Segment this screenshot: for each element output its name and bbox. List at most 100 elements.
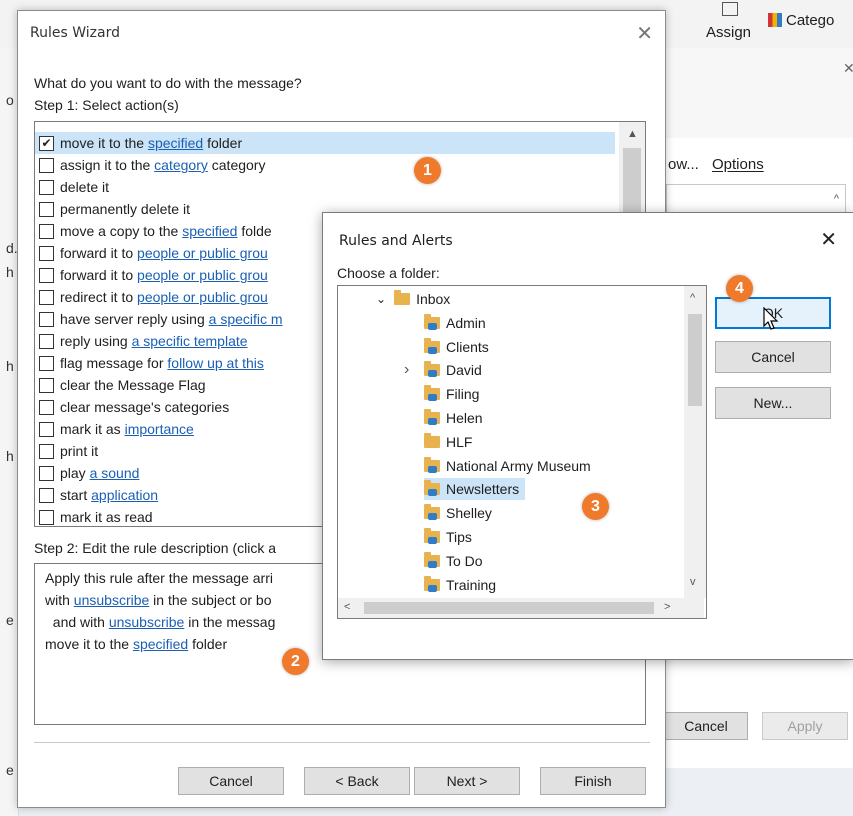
action-link[interactable]: specified (182, 223, 237, 239)
action-checkbox[interactable] (39, 289, 54, 305)
folder-item[interactable]: Tips (424, 526, 472, 548)
folder-item[interactable]: › David (404, 359, 482, 381)
description-text: in the subject or bo (149, 592, 272, 608)
action-text: mark it as (60, 421, 125, 437)
folder-tree[interactable]: ⌄ Inbox Admin Clients › David Filing Helen HLF… (337, 285, 707, 619)
folder-label: Clients (446, 338, 489, 355)
action-checkbox[interactable] (39, 157, 54, 173)
action-checkbox[interactable] (39, 443, 54, 459)
background-options-link[interactable]: Options (712, 156, 764, 173)
action-link[interactable]: application (91, 487, 158, 503)
action-link[interactable]: people or public grou (137, 289, 268, 305)
scroll-up-icon[interactable]: ^ (690, 292, 695, 304)
scroll-left-icon[interactable]: < (344, 601, 350, 613)
alerts-close-icon[interactable]: ✕ (820, 227, 837, 252)
action-checkbox[interactable] (39, 487, 54, 503)
callout-badge: 4 (726, 275, 753, 302)
wizard-finish-button[interactable]: Finish (540, 767, 646, 795)
background-apply-button[interactable]: Apply (762, 712, 848, 740)
folder-item[interactable]: Helen (424, 407, 483, 429)
step1-label: Step 1: Select action(s) (34, 97, 179, 113)
action-checkbox[interactable] (39, 311, 54, 327)
tree-horizontal-scrollbar[interactable]: < > (338, 598, 704, 618)
description-link[interactable]: unsubscribe (74, 592, 150, 608)
folder-label: Filing (446, 386, 480, 403)
folder-item[interactable]: Admin (424, 312, 486, 334)
action-text: assign it to the (60, 157, 155, 173)
action-checkbox[interactable] (39, 201, 54, 217)
scroll-thumb[interactable] (623, 148, 641, 216)
tree-scrollbar[interactable]: ^ v (684, 286, 706, 598)
action-checkbox[interactable] (39, 245, 54, 261)
action-item[interactable]: delete it (35, 176, 615, 198)
wizard-back-button[interactable]: < Back (304, 767, 410, 795)
action-text: move it to the (60, 135, 148, 151)
folder-item[interactable]: Filing (424, 383, 479, 405)
scroll-down-icon[interactable]: v (690, 576, 696, 588)
tree-row-inbox[interactable]: ⌄ Inbox (376, 288, 450, 310)
sync-icon (428, 560, 437, 568)
action-link[interactable]: people or public grou (137, 245, 268, 261)
folder-label: Shelley (446, 505, 492, 522)
action-text: category (207, 157, 266, 173)
description-link[interactable]: unsubscribe (109, 614, 185, 630)
folder-label: Inbox (416, 291, 451, 307)
action-link[interactable]: people or public grou (137, 267, 268, 283)
folder-label: David (446, 362, 482, 379)
folder-item[interactable]: National Army Museum (424, 455, 591, 477)
action-link[interactable]: importance (125, 421, 194, 437)
action-checkbox[interactable]: ✔ (39, 135, 54, 151)
action-checkbox[interactable] (39, 399, 54, 415)
alerts-cancel-button[interactable]: Cancel (715, 341, 831, 373)
chevron-right-icon[interactable]: › (404, 361, 409, 379)
chevron-down-icon[interactable]: ⌄ (376, 292, 386, 306)
action-link[interactable]: category (154, 157, 208, 173)
action-checkbox[interactable] (39, 509, 54, 525)
callout-badge: 2 (282, 648, 309, 675)
alerts-title: Rules and Alerts (339, 233, 453, 249)
action-checkbox[interactable] (39, 267, 54, 283)
scroll-thumb[interactable] (688, 314, 702, 406)
action-checkbox[interactable] (39, 333, 54, 349)
sync-icon (428, 584, 437, 592)
wizard-close-icon[interactable]: ✕ (636, 21, 653, 46)
assign-icon (722, 2, 738, 16)
folder-item[interactable]: Training (424, 574, 496, 596)
action-link[interactable]: specified (148, 135, 203, 151)
scroll-thumb[interactable] (364, 602, 654, 614)
action-link[interactable]: follow up at this (167, 355, 264, 371)
action-checkbox[interactable] (39, 421, 54, 437)
scroll-up-icon[interactable]: ^ (834, 193, 839, 205)
action-checkbox[interactable] (39, 465, 54, 481)
folder-item[interactable]: Clients (424, 336, 489, 358)
action-checkbox[interactable] (39, 355, 54, 371)
action-item[interactable]: assign it to the category category (35, 154, 615, 176)
description-text: in the messag (184, 614, 276, 630)
folder-icon (424, 456, 440, 473)
sync-icon (428, 322, 437, 330)
action-item[interactable]: ✔ move it to the specified folder (35, 132, 615, 154)
scroll-up-icon[interactable]: ▲ (627, 128, 638, 140)
folder-item[interactable]: To Do (424, 550, 483, 572)
folder-item[interactable]: Shelley (424, 502, 492, 524)
action-link[interactable]: a specific m (209, 311, 283, 327)
wizard-cancel-button[interactable]: Cancel (178, 767, 284, 795)
action-checkbox[interactable] (39, 377, 54, 393)
action-link[interactable]: a specific template (132, 333, 248, 349)
background-letter: h (6, 264, 14, 280)
action-checkbox[interactable] (39, 179, 54, 195)
ribbon-categorize-button[interactable]: Catego (768, 6, 853, 34)
background-cancel-button[interactable]: Cancel (664, 712, 748, 740)
scroll-right-icon[interactable]: > (664, 601, 670, 613)
folder-item[interactable]: Newsletters (424, 478, 526, 501)
ribbon-assign-group[interactable]: Assign (700, 0, 760, 48)
folder-item[interactable]: HLF (424, 431, 472, 453)
action-checkbox[interactable] (39, 223, 54, 239)
wizard-next-button[interactable]: Next > (414, 767, 520, 795)
description-link[interactable]: specified (133, 636, 188, 652)
action-link[interactable]: a sound (90, 465, 140, 481)
new-folder-button[interactable]: New... (715, 387, 831, 419)
background-close-icon[interactable]: ✕ (843, 60, 853, 77)
background-link[interactable]: ow... (668, 156, 699, 173)
folder-label: Newsletters (446, 481, 520, 498)
